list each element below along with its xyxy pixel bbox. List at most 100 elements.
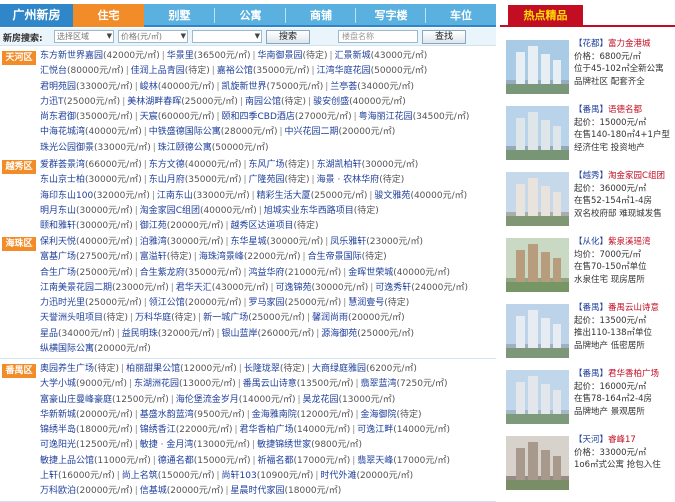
listing-link[interactable]: 兰亭荟(34000元/㎡) xyxy=(330,82,414,92)
listing-link[interactable]: 基盛水韵蓝湾(9500元/㎡) xyxy=(140,410,245,420)
listing-link[interactable]: 可逸江畔(14000元/㎡) xyxy=(357,425,450,435)
listing-link[interactable]: 合生广场(25000元/㎡) xyxy=(40,268,133,278)
listing-link[interactable]: 敏捷 · 金月湾(13000元/㎡) xyxy=(140,440,250,450)
listing-link[interactable]: 东方新世界嘉园(42000元/㎡) xyxy=(40,51,160,61)
listing-link[interactable]: 力迅T(25000元/㎡) xyxy=(40,97,120,107)
listing-link[interactable]: 海伦堡流金岁月(14000元/㎡) xyxy=(176,395,296,405)
keyword-input[interactable]: 楼盘名称 xyxy=(338,30,418,43)
listing-link[interactable]: 可逸锦苑(30000元/㎡) xyxy=(276,283,369,293)
type-select[interactable]: ▼ xyxy=(192,30,262,43)
property-thumbnail[interactable] xyxy=(506,106,569,160)
listing-link[interactable]: 东湖凯柏轩(30000元/㎡) xyxy=(317,160,419,170)
listing-link[interactable]: 翡翠蓝湾(7250元/㎡) xyxy=(361,379,448,389)
tab-office[interactable]: 写字楼 xyxy=(356,4,426,27)
listing-link[interactable]: 翡翠天峰(17000元/㎡) xyxy=(357,456,450,466)
listing-link[interactable]: 海印东山100(32000元/㎡) xyxy=(40,191,150,201)
listing-link[interactable]: 华景里(36500元/㎡) xyxy=(167,51,251,61)
listing-link[interactable]: 广隆苑园(待定) xyxy=(249,175,310,185)
listing-link[interactable]: 东山月府(35000元/㎡) xyxy=(149,175,242,185)
listing-link[interactable]: 益民明珠(32000元/㎡) xyxy=(122,329,215,339)
hot-card[interactable]: 【番禺】番禺云山诗意 起价：13500元/㎡ 推出110-138㎡单位 品牌地产 低密… xyxy=(506,302,675,364)
listing-link[interactable]: 金海御院(待定) xyxy=(361,410,422,420)
listing-link[interactable]: 鸿益华府(21000元/㎡) xyxy=(249,268,342,278)
listing-link[interactable]: 奥园养生广场(待定) xyxy=(40,364,119,374)
listing-link[interactable]: 合生帝景国际(待定) xyxy=(308,252,387,262)
price-select[interactable]: 价格(元/㎡) ▼ xyxy=(118,30,188,43)
listing-link[interactable]: 信基城(20000元/㎡) xyxy=(140,486,224,496)
tab-apartment[interactable]: 公寓 xyxy=(215,4,286,27)
listing-link[interactable]: 保利天悦(40000元/㎡) xyxy=(40,237,133,247)
listing-link[interactable]: 天宸(60000元/㎡) xyxy=(140,112,215,122)
listing-link[interactable]: 源海御苑(25000元/㎡) xyxy=(321,329,414,339)
listing-link[interactable]: 东华星城(30000元/㎡) xyxy=(231,237,324,247)
listing-link[interactable]: 海珠湾景峰(22000元/㎡) xyxy=(199,252,301,262)
listing-link[interactable]: 汇景新城(43000元/㎡) xyxy=(335,51,428,61)
hot-card[interactable]: 【从化】紫泉溪瑶湾 均价：7000元/㎡ 在售70-150㎡单位 水泉住宅 现房居所 xyxy=(506,236,675,298)
listing-link[interactable]: 富溢轩(待定) xyxy=(140,252,192,262)
listing-link[interactable]: 金晖世荣城(40000元/㎡) xyxy=(348,268,450,278)
listing-link[interactable]: 万科欧泊(20000元/㎡) xyxy=(40,486,133,496)
tab-parking[interactable]: 车位 xyxy=(426,4,496,27)
listing-link[interactable]: 大学小城(9000元/㎡) xyxy=(40,379,127,389)
property-thumbnail[interactable] xyxy=(506,370,569,424)
hot-card[interactable]: 【越秀】淘金家园C组团 起价：36000元/㎡ 在售52-154㎡1-4房 双名校府邸… xyxy=(506,170,675,232)
listing-link[interactable]: 富基广场(27500元/㎡) xyxy=(40,252,133,262)
listing-link[interactable]: 番禺云山诗意(13500元/㎡) xyxy=(243,379,354,389)
listing-link[interactable]: 纵横国际公寓(20000元/㎡) xyxy=(40,344,151,354)
listing-link[interactable]: 星晨时代家园(18000元/㎡) xyxy=(231,486,342,496)
listing-link[interactable]: 汇悦台(80000元/㎡) xyxy=(40,66,124,76)
listing-link[interactable]: 万科华庭(待定) xyxy=(135,313,196,323)
listing-link[interactable]: 江南美景花园二期(23000元/㎡) xyxy=(40,283,169,293)
listing-link[interactable]: 银山蓝岸(26000元/㎡) xyxy=(222,329,315,339)
listing-link[interactable]: 珠光公园御景(33000元/㎡) xyxy=(40,143,151,153)
listing-link[interactable]: 东风广场(待定) xyxy=(249,160,310,170)
hot-card-title[interactable]: 【天河】睿峰17 xyxy=(574,434,675,447)
listing-link[interactable]: 粤海丽江花园(34500元/㎡) xyxy=(359,112,470,122)
listing-link[interactable]: 君华香柏广场(14000元/㎡) xyxy=(240,425,351,435)
property-thumbnail[interactable] xyxy=(506,40,569,94)
listing-link[interactable]: 可逸阳光(12500元/㎡) xyxy=(40,440,133,450)
property-thumbnail[interactable] xyxy=(506,172,569,226)
listing-link[interactable]: 新一城广场(25000元/㎡) xyxy=(203,313,305,323)
listing-link[interactable]: 领江公馆(20000元/㎡) xyxy=(149,298,242,308)
listing-link[interactable]: 南园公馆(待定) xyxy=(245,97,306,107)
property-thumbnail[interactable] xyxy=(506,304,569,358)
listing-link[interactable]: 君华天汇(43000元/㎡) xyxy=(176,283,269,293)
listing-link[interactable]: 凯旋新世界(75000元/㎡) xyxy=(222,82,324,92)
listing-link[interactable]: 长隆珑翠(待定) xyxy=(244,364,305,374)
hot-card[interactable]: 【番禺】语德名都 起价：15000元/㎡ 在售140-180㎡4+1户型 经济住宅 投… xyxy=(506,104,675,166)
listing-link[interactable]: 合生紫龙府(35000元/㎡) xyxy=(140,268,242,278)
hot-card[interactable]: 【天河】睿峰17 价格：33000元/㎡ 1o6㎡式公寓 抢包入住 xyxy=(506,434,675,496)
listing-link[interactable]: 越秀区达道项目(待定) xyxy=(231,221,319,231)
listing-link[interactable]: 嘉裕公馆(35000元/㎡) xyxy=(217,66,310,76)
listing-link[interactable]: 东方文德(40000元/㎡) xyxy=(149,160,242,170)
listing-link[interactable]: 中海花城湾(40000元/㎡) xyxy=(40,127,142,137)
listing-link[interactable]: 中铁盛德国际公寓(28000元/㎡) xyxy=(149,127,278,137)
listing-link[interactable]: 骏文雅苑(40000元/㎡) xyxy=(374,191,467,201)
listing-link[interactable]: 天誉洲头咀项目(待定) xyxy=(40,313,128,323)
hot-card[interactable]: 【花都】富力金港城 价格：6800元/㎡ 位于45-102㎡全新公寓 品牌社区 配套齐… xyxy=(506,38,675,100)
listing-link[interactable]: 爱群荟景湾(66000元/㎡) xyxy=(40,160,142,170)
listing-link[interactable]: 罗马家园(25000元/㎡) xyxy=(249,298,342,308)
listing-link[interactable]: 珠江颐德公寓(50000元/㎡) xyxy=(158,143,269,153)
hot-card-title[interactable]: 【从化】紫泉溪瑶湾 xyxy=(574,236,675,249)
district-select[interactable]: 选择区域 ▼ xyxy=(54,30,114,43)
listing-link[interactable]: 柏丽甜果公馆(12000元/㎡) xyxy=(126,364,237,374)
listing-link[interactable]: 昊龙花园(13000元/㎡) xyxy=(303,395,396,405)
listing-link[interactable]: 御江苑(20000元/㎡) xyxy=(140,221,224,231)
hot-card-title[interactable]: 【越秀】淘金家园C组团 xyxy=(574,170,675,183)
property-thumbnail[interactable] xyxy=(506,238,569,292)
listing-link[interactable]: 君明苑园(33000元/㎡) xyxy=(40,82,133,92)
listing-link[interactable]: 佳润上品青园(待定) xyxy=(131,66,210,76)
listing-link[interactable]: 上轩(16000元/㎡) xyxy=(40,471,115,481)
region-label[interactable]: 海珠区 xyxy=(2,237,36,251)
listing-link[interactable]: 金海雅南院(12000元/㎡) xyxy=(252,410,354,420)
hot-card[interactable]: 【番禺】君华香柏广场 起价：16000元/㎡ 在售78-164㎡2-4房 品牌地产 景… xyxy=(506,368,675,430)
listing-link[interactable]: 慧润壹号(待定) xyxy=(348,298,409,308)
listing-link[interactable]: 颐和雅轩(30000元/㎡) xyxy=(40,221,133,231)
listing-link[interactable]: 精彩生活大厦(25000元/㎡) xyxy=(257,191,368,201)
listing-link[interactable]: 颐和四季CBD酒店(27000元/㎡) xyxy=(222,112,352,122)
listing-link[interactable]: 骏安创盛(40000元/㎡) xyxy=(313,97,406,107)
listing-link[interactable]: 德通名都(15000元/㎡) xyxy=(158,456,251,466)
listing-link[interactable]: 海景 · 农林华府(待定) xyxy=(317,175,405,185)
